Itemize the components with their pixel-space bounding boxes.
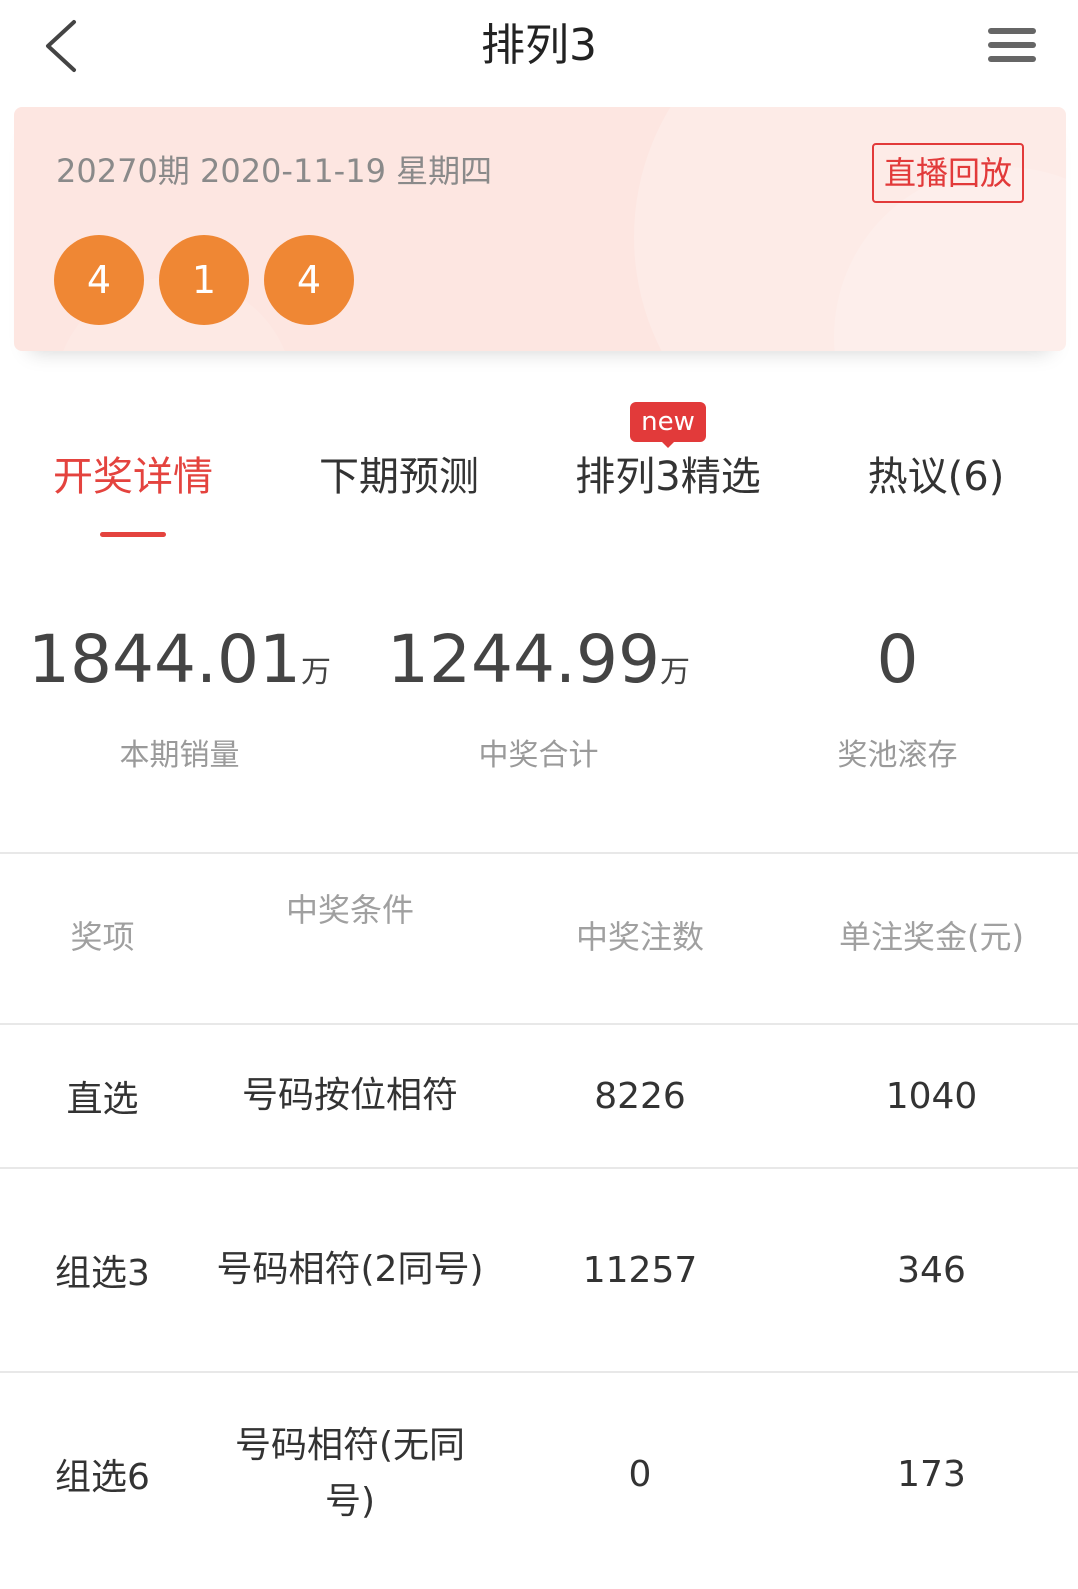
number-ball: 4 — [54, 235, 144, 325]
draw-result-card: 20270期 2020-11-19 星期四 直播回放 4 1 4 — [14, 107, 1066, 351]
divider — [0, 852, 1078, 854]
stat-value: 1244.99 — [387, 621, 660, 698]
stat-sales: 1844.01万 本期销量 — [0, 610, 359, 781]
stat-label: 奖池滚存 — [837, 738, 958, 773]
table-cell: 组选3 — [55, 1253, 150, 1294]
prize-table-header: 奖项 中奖条件 中奖注数 单注奖金(元) — [0, 882, 1078, 992]
page: 排列3 20270期 2020-11-19 星期四 直播回放 4 1 4 开奖详… — [0, 0, 1078, 1589]
column-header: 单注奖金(元) — [839, 918, 1024, 956]
page-title: 排列3 — [481, 20, 597, 71]
stat-value: 1844.01 — [28, 621, 301, 698]
stat-total-prize: 1244.99万 中奖合计 — [359, 610, 718, 781]
tab-draw-details[interactable]: 开奖详情 — [46, 446, 220, 508]
table-cell: 号码相符(无同号) — [234, 1425, 466, 1522]
stat-value: 0 — [876, 621, 919, 698]
table-cell: 号码按位相符 — [241, 1075, 458, 1116]
table-cell: 8226 — [594, 1075, 686, 1117]
tab-discussion[interactable]: 热议(6) — [856, 446, 1016, 508]
top-bar: 排列3 — [0, 0, 1078, 96]
table-cell: 346 — [897, 1249, 966, 1291]
draw-period-info: 20270期 2020-11-19 星期四 — [56, 152, 493, 190]
table-cell: 1040 — [885, 1075, 978, 1117]
table-cell: 173 — [897, 1453, 966, 1495]
tab-next-prediction[interactable]: 下期预测 — [312, 446, 486, 508]
table-cell: 0 — [628, 1453, 652, 1495]
table-row: 直选 号码按位相符 8226 1040 — [0, 1025, 1078, 1167]
column-header: 中奖条件 — [285, 891, 414, 929]
tab-selection[interactable]: 排列3精选 — [568, 446, 768, 508]
new-badge: new — [630, 402, 706, 448]
number-ball: 1 — [159, 235, 249, 325]
stat-jackpot: 0 奖池滚存 — [718, 610, 1077, 781]
table-cell: 组选6 — [55, 1457, 150, 1498]
table-row: 组选6 号码相符(无同号) 0 173 — [0, 1373, 1078, 1575]
draw-statistics: 1844.01万 本期销量 1244.99万 中奖合计 0 奖池滚存 — [0, 610, 1078, 790]
stat-value-row: 0 — [718, 610, 1077, 723]
stat-label: 中奖合计 — [478, 738, 599, 773]
table-cell: 直选 — [66, 1079, 139, 1120]
stat-unit: 万 — [300, 655, 331, 690]
stat-value-row: 1844.01万 — [0, 610, 359, 723]
column-header: 中奖注数 — [575, 918, 704, 956]
table-cell: 11257 — [582, 1249, 698, 1291]
table-cell: 号码相符(2同号) — [216, 1249, 484, 1290]
live-replay-button[interactable]: 直播回放 — [872, 143, 1024, 203]
stat-label: 本期销量 — [119, 738, 240, 773]
stat-unit: 万 — [659, 655, 690, 690]
table-row: 组选3 号码相符(2同号) 11257 346 — [0, 1169, 1078, 1371]
tab-bar: 开奖详情 下期预测 排列3精选 new 热议(6) — [0, 396, 1078, 546]
column-header: 奖项 — [70, 918, 135, 956]
menu-button[interactable] — [984, 22, 1042, 70]
stat-value-row: 1244.99万 — [359, 610, 718, 723]
number-ball: 4 — [264, 235, 354, 325]
active-tab-indicator — [100, 532, 166, 537]
